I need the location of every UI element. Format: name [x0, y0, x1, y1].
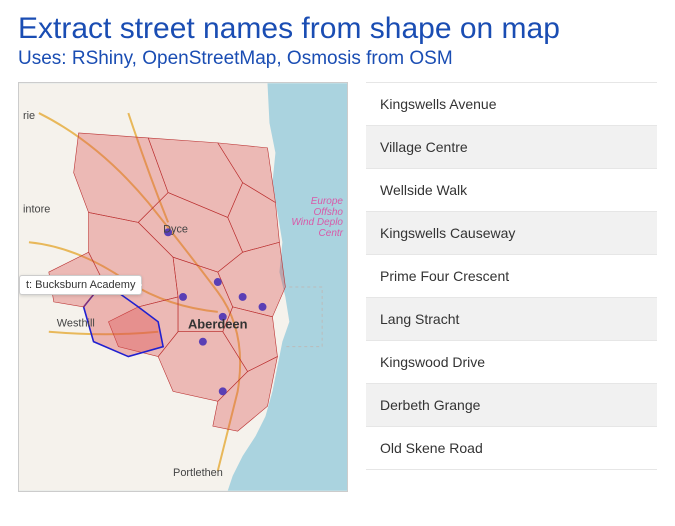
header: Extract street names from shape on map U…	[0, 0, 675, 76]
map-label-kintore: intore	[23, 203, 50, 215]
list-item[interactable]: Old Skene Road	[366, 427, 657, 470]
map-label-aberdeen: Aberdeen	[188, 317, 248, 332]
map-label-rie: rie	[23, 110, 35, 122]
list-item[interactable]: Kingswells Causeway	[366, 212, 657, 255]
list-item[interactable]: Kingswells Avenue	[366, 82, 657, 126]
list-item[interactable]: Prime Four Crescent	[366, 255, 657, 298]
page-title: Extract street names from shape on map	[18, 12, 657, 46]
list-item[interactable]: Lang Stracht	[366, 298, 657, 341]
map-label-portlethen: Portlethen	[173, 467, 223, 479]
page-subtitle: Uses: RShiny, OpenStreetMap, Osmosis fro…	[18, 48, 657, 70]
list-item[interactable]: Kingswood Drive	[366, 341, 657, 384]
list-item[interactable]: Village Centre	[366, 126, 657, 169]
list-item[interactable]: Wellside Walk	[366, 169, 657, 212]
map-label-dyce: Dyce	[163, 223, 188, 235]
map-label-westhill: Westhill	[57, 318, 95, 330]
map-tooltip: t: Bucksburn Academy	[19, 275, 142, 295]
map-panel[interactable]: rie intore Dyce Aberdeen Westhill Portle…	[18, 82, 348, 492]
map-overlay-label-offshore: Europe Offsho Wind Deplo Centr	[291, 197, 343, 239]
content-area: rie intore Dyce Aberdeen Westhill Portle…	[0, 76, 675, 498]
street-list: Kingswells Avenue Village Centre Wellsid…	[366, 82, 657, 492]
list-item[interactable]: Derbeth Grange	[366, 384, 657, 427]
